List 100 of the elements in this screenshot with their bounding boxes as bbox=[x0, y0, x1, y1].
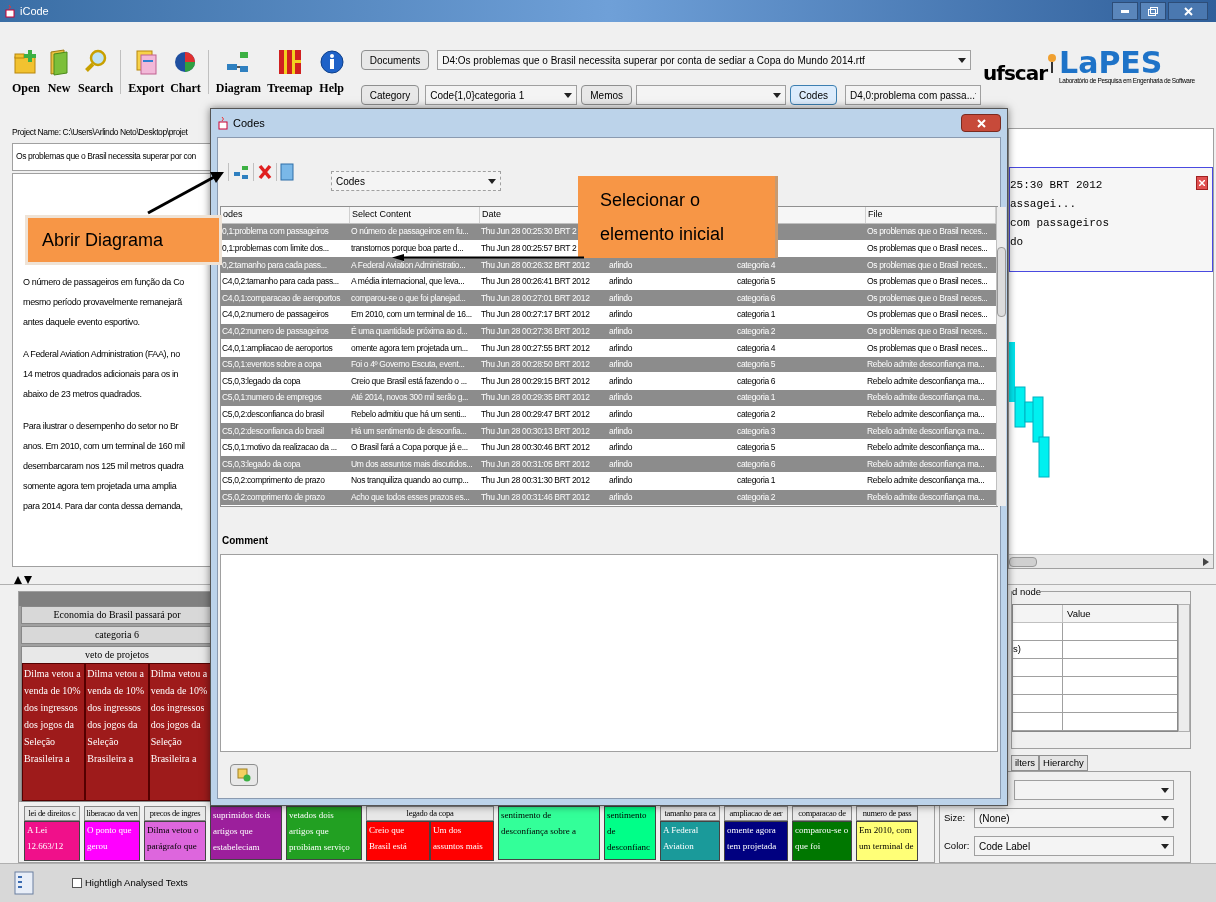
document-title-field[interactable]: Os problemas que o Brasil necessita superar por con bbox=[12, 142, 212, 171]
delete-button[interactable] bbox=[253, 163, 273, 181]
close-memo-button[interactable] bbox=[1196, 176, 1208, 190]
splitter-arrows-icon[interactable] bbox=[14, 575, 32, 584]
comment-field[interactable] bbox=[220, 554, 998, 753]
table-cell: Thu Jun 28 00:26:32 BRT 2012 bbox=[481, 258, 590, 272]
toolbar-button[interactable]: Treemap bbox=[265, 48, 315, 94]
column-header[interactable]: Select Content bbox=[352, 208, 412, 222]
memo-text: 25:30 BRT 2012 bbox=[1010, 178, 1104, 193]
add-comment-button[interactable] bbox=[230, 764, 258, 787]
treemap-cell[interactable]: A Lei 12.663/12 bbox=[24, 821, 80, 861]
table-cell: arlindo bbox=[609, 358, 633, 371]
size-dropdown[interactable]: (None) bbox=[974, 808, 1174, 828]
documents-button[interactable]: Documents bbox=[360, 50, 430, 70]
table-cell: C5,0,2:comprimento de prazo bbox=[222, 474, 325, 488]
tab[interactable]: ilters bbox=[1011, 755, 1040, 771]
treemap-cell[interactable]: Em 2010, com um terminal de bbox=[856, 821, 918, 861]
scrollbar-thumb[interactable] bbox=[1009, 556, 1037, 567]
memo-text: com passageiros bbox=[1010, 216, 1110, 231]
treemap-cell[interactable]: Dilma vetou a venda de 10% dos ingressos dos jogos da Seleção Brasileira a bbox=[148, 663, 212, 801]
toolbar-button[interactable]: Export bbox=[126, 48, 167, 94]
restore-icon bbox=[1148, 6, 1158, 16]
column-header[interactable]: File bbox=[868, 208, 883, 222]
table-cell: O Brasil fará a Copa porque já e... bbox=[351, 441, 468, 454]
table-cell: 0,1:problemas com limite dos... bbox=[222, 242, 329, 255]
treemap-cell[interactable]: omente agora tem projetada bbox=[724, 821, 788, 861]
document-paragraph: Para ilustrar o desempenho do setor no Br anos. Em 2010, com um terminal de 160 mil desembarcaram nos 125 mil metros quadra somente agora tem projetada uma amplia para 2014. Para dar conta dessa demanda, bbox=[23, 419, 186, 513]
table-cell: Rebelo admite desconfiança ma... bbox=[867, 457, 985, 471]
treemap-cell[interactable]: Dilma vetou a venda de 10% dos ingressos dos jogos da Seleção Brasileira a bbox=[85, 663, 149, 801]
document-list-icon[interactable] bbox=[14, 871, 34, 895]
treemap-cell[interactable]: comparou-se o que foi bbox=[792, 821, 852, 861]
table-cell: Nos tranquiliza quando ao cump... bbox=[351, 474, 469, 488]
table-cell: Os problemas que o Brasil neces... bbox=[867, 242, 988, 255]
table-cell: arlindo bbox=[609, 490, 633, 504]
table-cell: Thu Jun 28 00:29:47 BRT 2012 bbox=[481, 407, 590, 421]
toolbar-button[interactable]: Chart bbox=[168, 48, 203, 94]
size-label: Size: bbox=[944, 810, 967, 825]
minimize-button[interactable] bbox=[1112, 2, 1138, 20]
vertical-scrollbar[interactable] bbox=[1178, 604, 1190, 732]
checkbox[interactable] bbox=[72, 878, 82, 888]
maximize-button[interactable] bbox=[1140, 2, 1166, 20]
codes-button[interactable]: Codes bbox=[790, 85, 837, 105]
table-cell: arlindo bbox=[609, 325, 633, 338]
project-name-label: Project Name: C:\Users\Arlindo Neto\Desktop\projet bbox=[12, 128, 189, 137]
table-cell: arlindo bbox=[609, 391, 633, 405]
table-cell: Rebelo admite desconfiança ma... bbox=[867, 474, 985, 488]
table-cell: s) bbox=[1013, 642, 1021, 657]
tab[interactable]: Hierarchy bbox=[1039, 755, 1088, 771]
table-cell: 0,2:tamanho para cada pass... bbox=[222, 258, 327, 272]
treemap-group-label: numero de pass bbox=[856, 806, 918, 821]
treemap-group-label: liberacao da ven bbox=[84, 806, 140, 821]
toolbar-button[interactable]: Diagram bbox=[213, 48, 264, 94]
table-cell: arlindo bbox=[609, 291, 633, 305]
table-cell: categoria 1 bbox=[737, 391, 776, 405]
code-dropdown[interactable]: D4,0:problema com passa... bbox=[844, 85, 981, 105]
treemap-cell[interactable]: Creio que Brasil está bbox=[366, 821, 430, 861]
table-cell: arlindo bbox=[609, 275, 633, 288]
close-button[interactable] bbox=[961, 114, 1001, 132]
table-cell: C5,0,2:comprimento de prazo bbox=[222, 490, 325, 504]
treemap-cell[interactable]: Dilma vetou o parágrafo que bbox=[144, 821, 206, 861]
toolbar-button[interactable]: Search bbox=[76, 48, 116, 94]
memo-text: do bbox=[1010, 235, 1025, 250]
treemap-cell[interactable]: Um dos assuntos mais bbox=[430, 821, 494, 861]
table-cell: C4,0,2:numero de passageiros bbox=[222, 308, 329, 322]
table-cell: categoria 4 bbox=[737, 258, 776, 272]
treemap-group-label: tamanho para ca bbox=[660, 806, 720, 821]
toolbar-button[interactable]: New bbox=[44, 48, 74, 94]
column-header[interactable]: Value bbox=[1063, 605, 1091, 622]
document-dropdown[interactable]: D4:Os problemas que o Brasil necessita superar por conta de sediar a Copa do Mundo 2014.rtf bbox=[437, 50, 972, 70]
table-cell: arlindo bbox=[609, 374, 633, 388]
color-dropdown[interactable]: Code Label bbox=[974, 836, 1174, 856]
treemap-group-label: comparacao de bbox=[792, 806, 852, 821]
treemap-cell[interactable]: sentimento de desconfiança sobre a bbox=[498, 806, 600, 860]
table-cell: categoria 2 bbox=[737, 325, 776, 338]
dialog-title: Codes bbox=[233, 115, 265, 131]
horizontal-scrollbar[interactable] bbox=[1009, 554, 1213, 568]
open-diagram-button[interactable] bbox=[228, 163, 250, 181]
treemap-cell[interactable]: sentimento de desconfianc bbox=[604, 806, 656, 860]
table-cell: Thu Jun 28 00:26:41 BRT 2012 bbox=[481, 275, 590, 288]
color-label: Color: bbox=[944, 838, 968, 853]
column-header[interactable]: Date bbox=[482, 208, 501, 222]
column-header[interactable]: odes bbox=[223, 208, 243, 222]
treemap-cell[interactable]: Dilma vetou a venda de 10% dos ingressos dos jogos da Seleção Brasileira a bbox=[22, 663, 86, 801]
category-dropdown[interactable]: Code{1,0}categoria 1 bbox=[425, 85, 578, 105]
table-cell: Thu Jun 28 00:29:15 BRT 2012 bbox=[481, 374, 590, 388]
close-button[interactable] bbox=[1168, 2, 1208, 20]
toolbar-button[interactable]: Open bbox=[10, 48, 42, 94]
treemap-cell[interactable]: suprimidos dois artigos que estabeleciam bbox=[210, 806, 282, 860]
document-button[interactable] bbox=[276, 163, 294, 181]
vertical-scrollbar[interactable] bbox=[996, 207, 1006, 507]
view-dropdown[interactable]: Codes bbox=[331, 171, 501, 191]
memo-dropdown[interactable] bbox=[636, 85, 787, 105]
treemap-group-label: lei de direitos c bbox=[24, 806, 80, 821]
table-cell: categoria 5 bbox=[737, 441, 776, 454]
attribute-dropdown[interactable] bbox=[1014, 780, 1174, 800]
memos-button[interactable]: Memos bbox=[581, 85, 633, 105]
table-cell: C4,0,2:tamanho para cada pass... bbox=[222, 275, 339, 288]
category-button[interactable]: Category bbox=[360, 85, 420, 105]
table-cell: Thu Jun 28 00:27:17 BRT 2012 bbox=[481, 308, 590, 322]
toolbar-button[interactable]: Help bbox=[316, 48, 347, 94]
